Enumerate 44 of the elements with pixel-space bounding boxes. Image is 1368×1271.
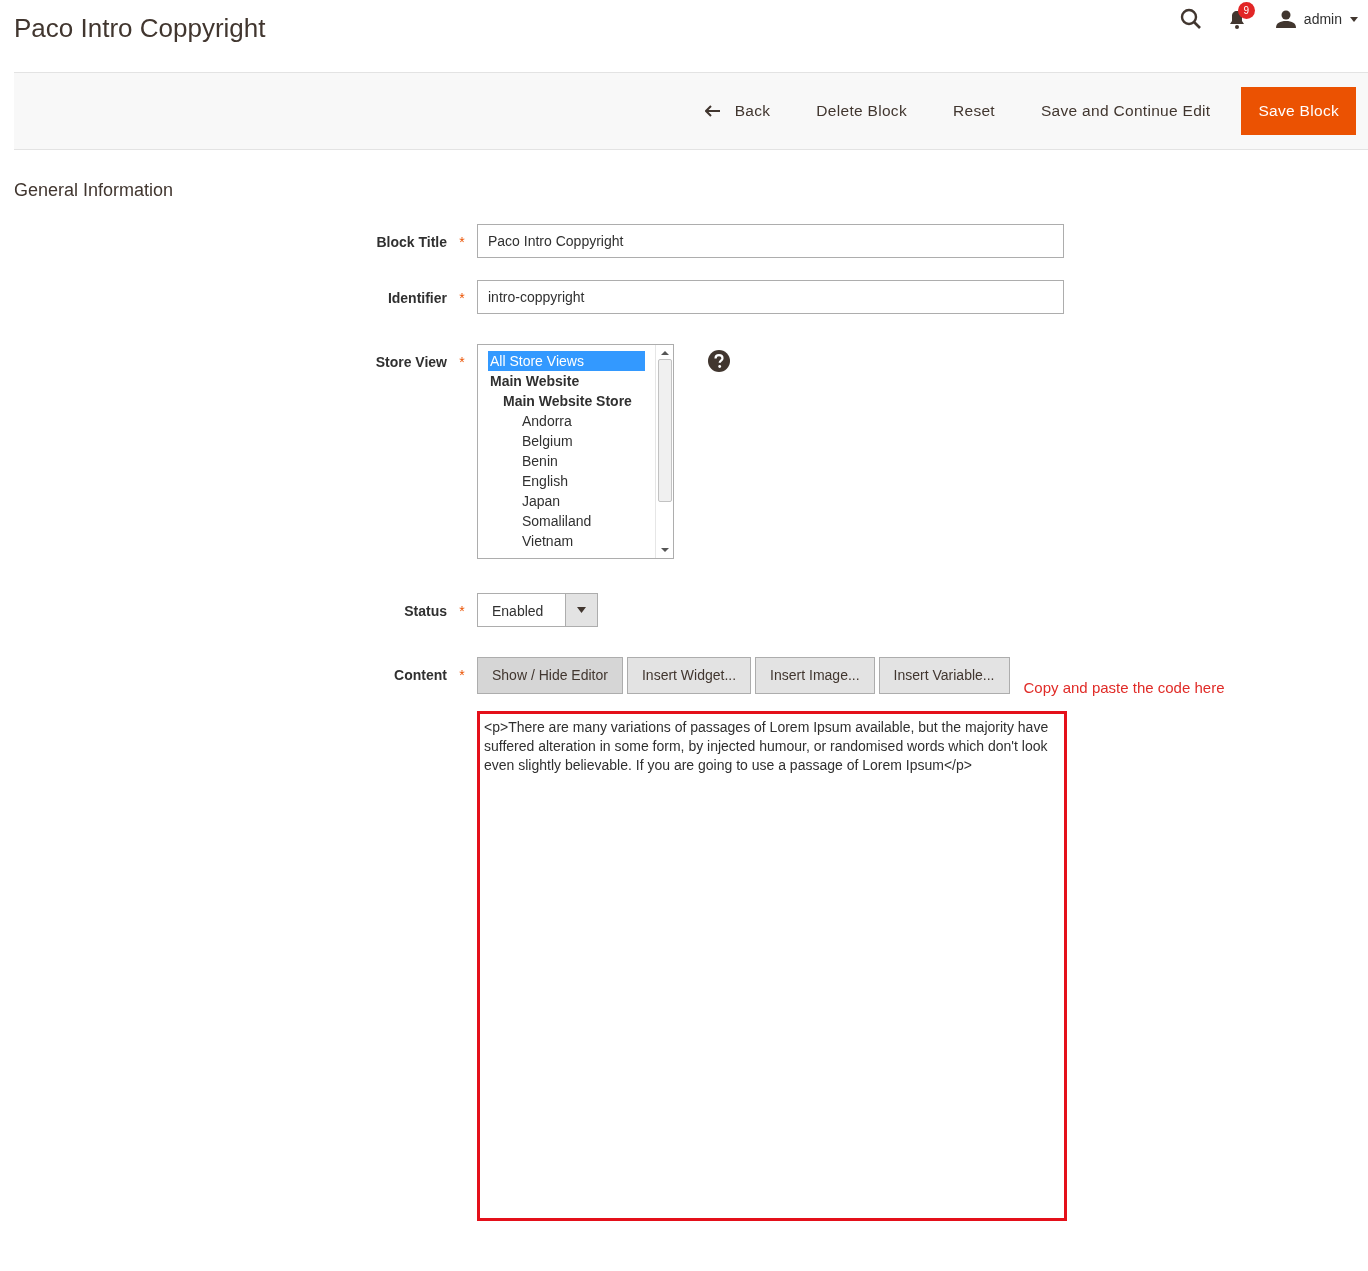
scroll-down-icon[interactable] <box>660 545 669 554</box>
toolbar-button[interactable]: Show / Hide Editor <box>477 656 623 694</box>
action-button[interactable]: Save and Continue Edit <box>1018 87 1234 135</box>
list-option[interactable]: Main Website Store <box>488 390 645 411</box>
toolbar-button[interactable]: Insert Variable... <box>878 656 1010 694</box>
action-button[interactable]: Delete Block <box>793 87 930 135</box>
field-label: Status <box>403 601 447 621</box>
list-option[interactable]: Somaliland <box>488 510 645 531</box>
required-mark: * <box>459 353 465 370</box>
page-title: Paco Intro Coppyright <box>14 12 266 45</box>
list-option[interactable]: Belgium <box>488 430 645 451</box>
field-label: Block Title <box>375 232 447 252</box>
action-button[interactable]: Reset <box>930 87 1018 135</box>
text-field[interactable]: intro-coppyright <box>477 279 1064 314</box>
back-button[interactable]: Back <box>681 87 794 135</box>
notification-count: 9 <box>1237 2 1255 19</box>
save-button[interactable]: Save Block <box>1241 87 1356 135</box>
toolbar-button[interactable]: Insert Widget... <box>626 656 752 694</box>
text-field[interactable]: Paco Intro Coppyright <box>477 223 1064 258</box>
annotation-note: Copy and paste the code here <box>1023 677 1225 698</box>
list-option[interactable]: Benin <box>488 450 645 471</box>
field-label: Store View <box>374 352 447 372</box>
user-icon <box>1275 10 1296 28</box>
field-label: Identifier <box>386 288 447 308</box>
field-label: Content <box>393 665 447 685</box>
store-view-listbox[interactable]: All Store Views Main Website Main Website Store Andorra Belgium Benin English Japan Somaliland Vietnam <box>477 343 674 559</box>
list-option[interactable]: Andorra <box>488 410 645 431</box>
help-icon[interactable] <box>708 349 730 372</box>
list-option[interactable]: English <box>488 470 645 491</box>
list-option[interactable]: Japan <box>488 490 645 511</box>
section-title: General Information <box>14 180 175 202</box>
required-mark: * <box>459 666 465 683</box>
arrow-left-icon <box>704 105 721 117</box>
scrollbar-thumb[interactable] <box>657 358 672 502</box>
toolbar-button[interactable]: Insert Image... <box>755 656 875 694</box>
search-icon[interactable] <box>1179 8 1202 30</box>
list-option[interactable]: Vietnam <box>488 530 645 551</box>
required-mark: * <box>459 289 465 306</box>
content-editor[interactable]: <p>There are many variations of passages of Lorem Ipsum available, but the majority have suffered alteration in some form, by injected humour, or randomised words which don't look even slightly believable. If you are going to use a passage of Lorem Ipsum</p> <box>477 711 1067 1222</box>
user-name: admin <box>1303 9 1342 29</box>
required-mark: * <box>459 602 465 619</box>
caret-icon <box>1350 16 1358 22</box>
required-mark: * <box>459 233 465 250</box>
list-option[interactable]: Main Website <box>488 370 645 391</box>
